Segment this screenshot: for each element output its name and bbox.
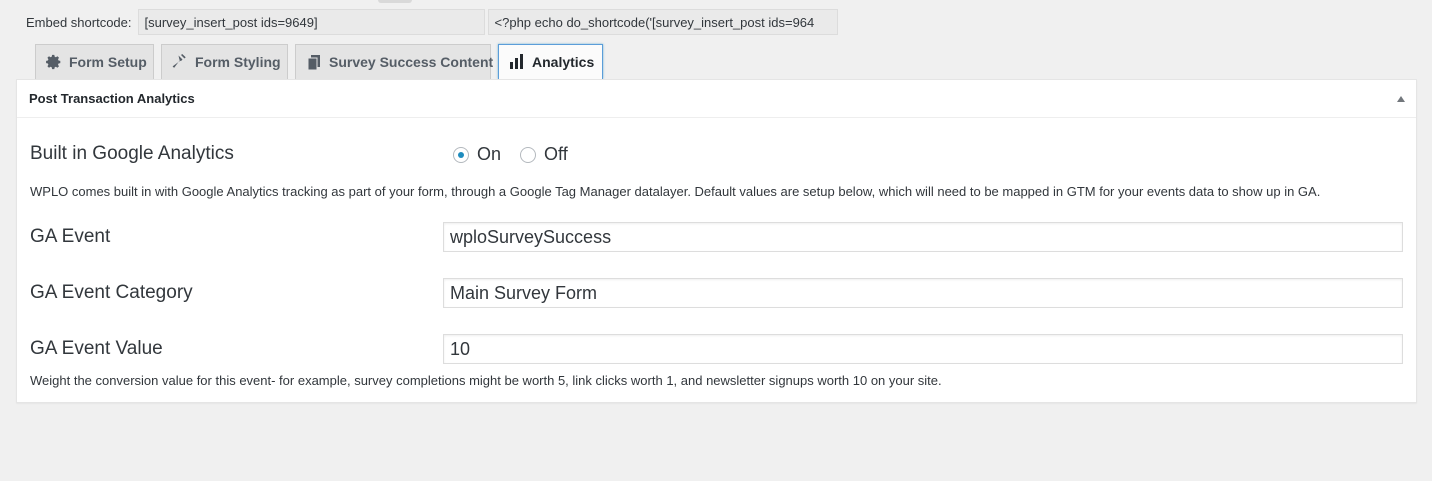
shortcode-label: Embed shortcode: bbox=[26, 14, 132, 30]
ga-help-text: WPLO comes built in with Google Analytic… bbox=[30, 184, 1321, 199]
pages-icon bbox=[306, 54, 322, 70]
hammer-icon bbox=[172, 54, 188, 70]
shortcode-input[interactable] bbox=[137, 9, 485, 35]
tab-label: Survey Success Content bbox=[329, 54, 494, 70]
ga-on-radio[interactable] bbox=[453, 146, 469, 163]
panel-title: Post Transaction Analytics bbox=[29, 91, 195, 106]
tab-analytics[interactable]: Analytics bbox=[498, 44, 603, 79]
php-shortcode-input[interactable] bbox=[487, 9, 838, 35]
collapse-arrow-icon[interactable] bbox=[1397, 96, 1405, 102]
ga-on-label: On bbox=[477, 144, 502, 164]
tab-label: Form Setup bbox=[69, 54, 147, 70]
ga-event-value-input[interactable] bbox=[443, 334, 1403, 364]
tab-survey-success-content[interactable]: Survey Success Content bbox=[295, 44, 494, 79]
ga-off-radio[interactable] bbox=[520, 146, 537, 163]
panel-header[interactable]: Post Transaction Analytics bbox=[17, 80, 1416, 118]
ga-on-option[interactable]: On bbox=[453, 144, 501, 165]
tab-label: Form Styling bbox=[195, 54, 281, 70]
ga-event-label: GA Event bbox=[30, 226, 111, 247]
ga-event-input[interactable] bbox=[443, 222, 1403, 252]
ga-event-value-label: GA Event Value bbox=[30, 338, 163, 359]
ga-event-category-label: GA Event Category bbox=[30, 282, 193, 303]
analytics-panel: Post Transaction Analytics Built in Goog… bbox=[16, 79, 1417, 403]
ga-value-help-text: Weight the conversion value for this eve… bbox=[30, 373, 942, 388]
ga-radio-group: On Off bbox=[453, 144, 587, 165]
partial-element bbox=[378, 0, 412, 3]
ga-off-label: Off bbox=[544, 144, 568, 164]
tab-bar: Form Setup Form Styling Survey Success C… bbox=[35, 44, 603, 80]
gear-icon bbox=[46, 54, 62, 70]
ga-toggle-label: Built in Google Analytics bbox=[30, 143, 234, 164]
tab-label: Analytics bbox=[532, 54, 595, 70]
ga-event-category-input[interactable] bbox=[443, 278, 1403, 308]
shortcode-row: Embed shortcode: bbox=[26, 9, 838, 35]
page: Embed shortcode: Form Setup Form Styling… bbox=[0, 0, 1432, 481]
tab-form-styling[interactable]: Form Styling bbox=[161, 44, 288, 79]
ga-off-option[interactable]: Off bbox=[520, 144, 568, 165]
tab-form-setup[interactable]: Form Setup bbox=[35, 44, 154, 79]
bar-chart-icon bbox=[509, 54, 525, 70]
